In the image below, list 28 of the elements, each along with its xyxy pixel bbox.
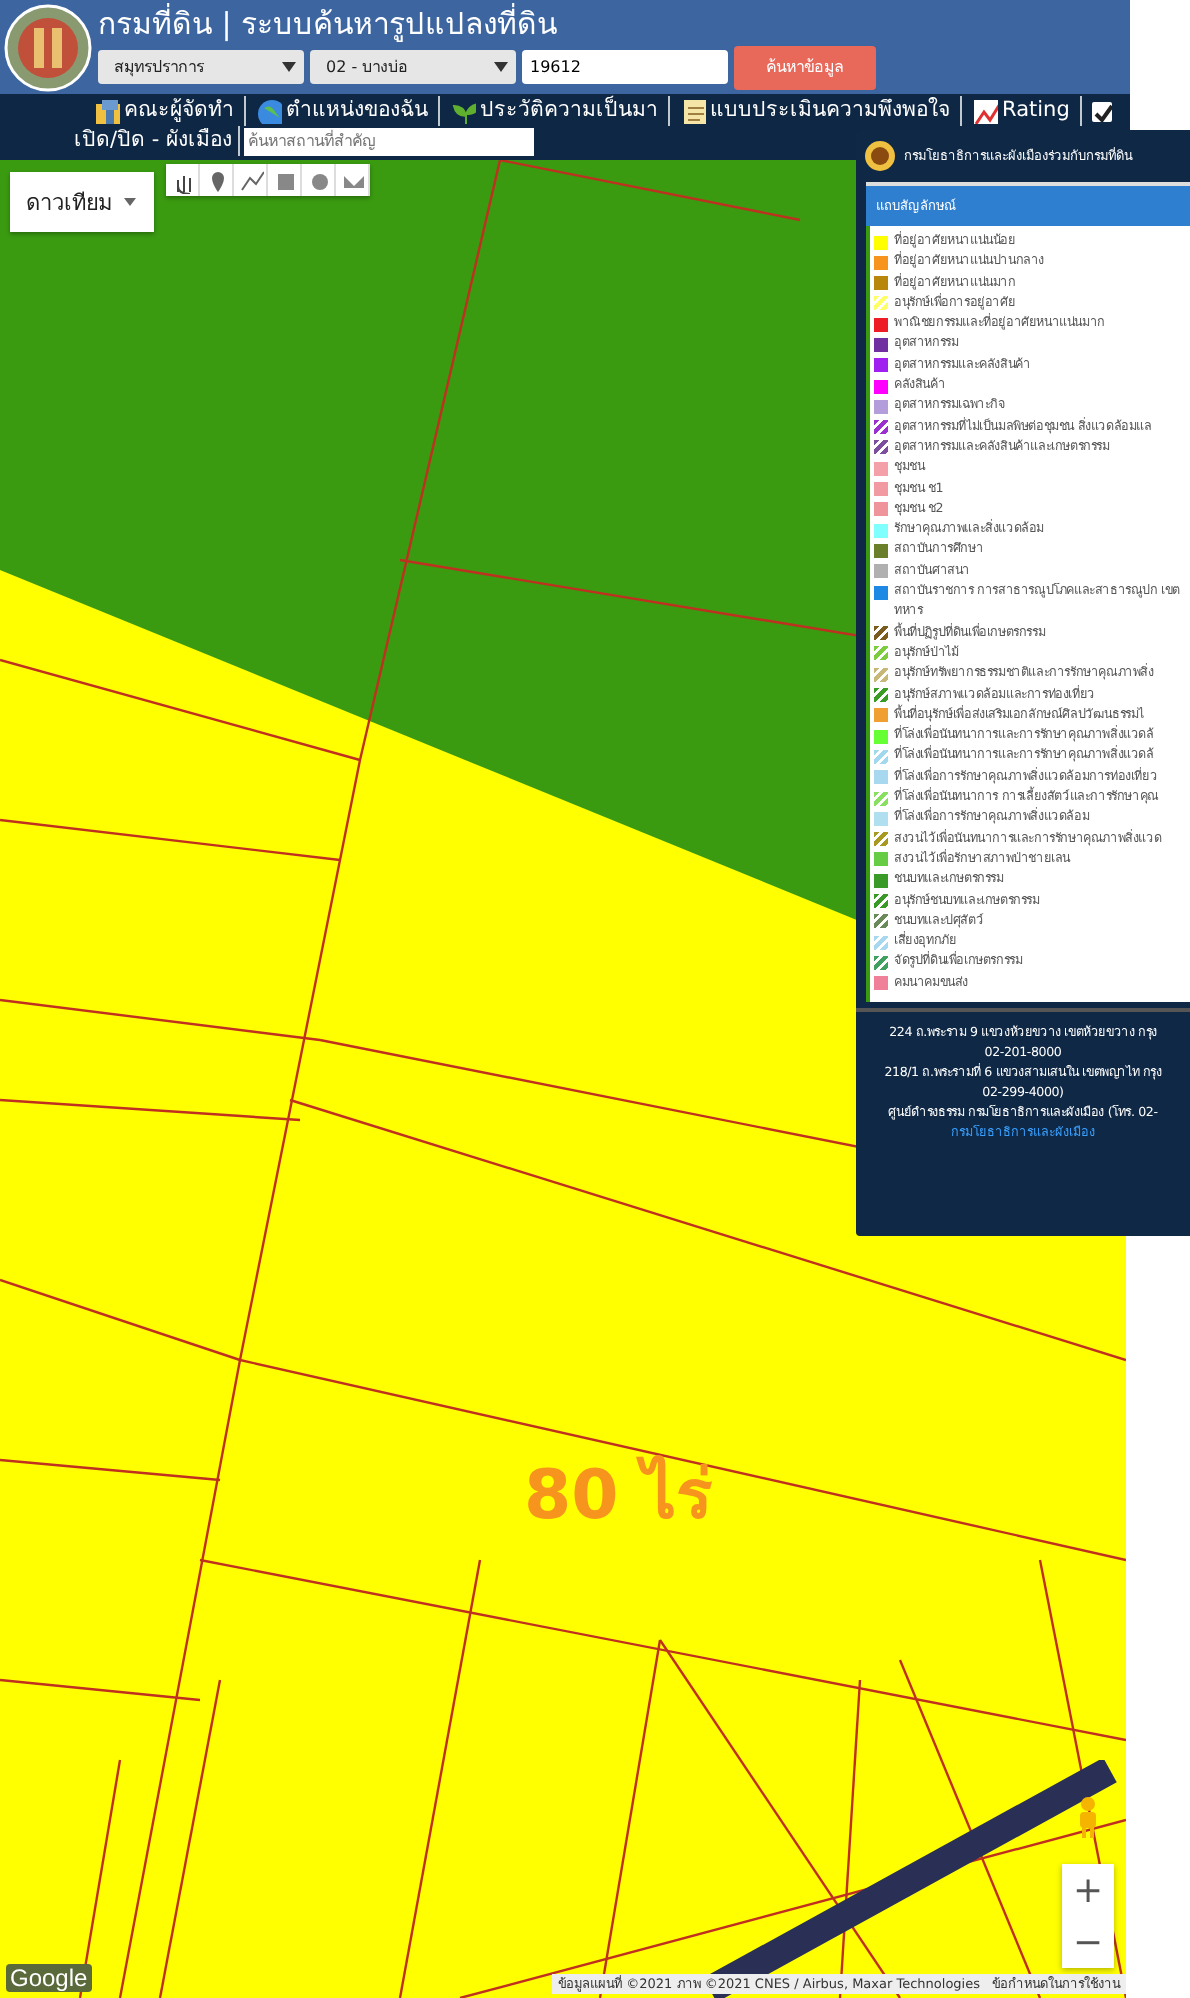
dropdown[interactable]: สมุทรปราการ	[98, 50, 304, 84]
chart-icon	[972, 98, 998, 124]
parcel-number-field[interactable]: 19612	[522, 50, 728, 84]
pegman-icon[interactable]	[1076, 1796, 1100, 1838]
google-logo: Google	[6, 1964, 92, 1992]
nav-link[interactable]: แบบประเมินความพึงพอใจ	[670, 96, 962, 126]
caret-icon	[494, 62, 508, 72]
checkbox[interactable]	[1091, 101, 1112, 121]
note-icon	[680, 98, 706, 124]
site-title: กรมที่ดิน | ระบบค้นหารูปแปลงที่ดิน	[98, 5, 560, 41]
sprout-icon	[450, 98, 476, 124]
dropdown[interactable]: 02 - บางบ่อ	[310, 50, 516, 84]
globe-icon	[256, 98, 282, 124]
line-icon	[237, 167, 263, 193]
people-icon	[94, 98, 120, 124]
area-label: 80 ไร่	[524, 1453, 713, 1540]
zoom-in-button[interactable]: +	[1062, 1864, 1114, 1916]
caret-icon	[124, 197, 138, 207]
caret-icon	[282, 62, 296, 72]
toggle-label[interactable]: เปิด/ปิด - ผังเมือง	[74, 126, 241, 156]
zoom-out-button[interactable]: −	[1062, 1916, 1114, 1968]
place-search-field[interactable]: ค้นหาสถานที่สำคัญ	[244, 127, 535, 155]
emblem-icon	[864, 140, 896, 172]
nav-link[interactable]: ตำแหน่งของฉัน	[246, 96, 440, 126]
seal-logo	[4, 3, 92, 91]
map-type-dropdown[interactable]: ดาวเทียม	[10, 172, 154, 232]
nav-link[interactable]: Rating	[962, 96, 1082, 126]
nav-link[interactable]: คณะผู้จัดทำ	[84, 96, 246, 126]
